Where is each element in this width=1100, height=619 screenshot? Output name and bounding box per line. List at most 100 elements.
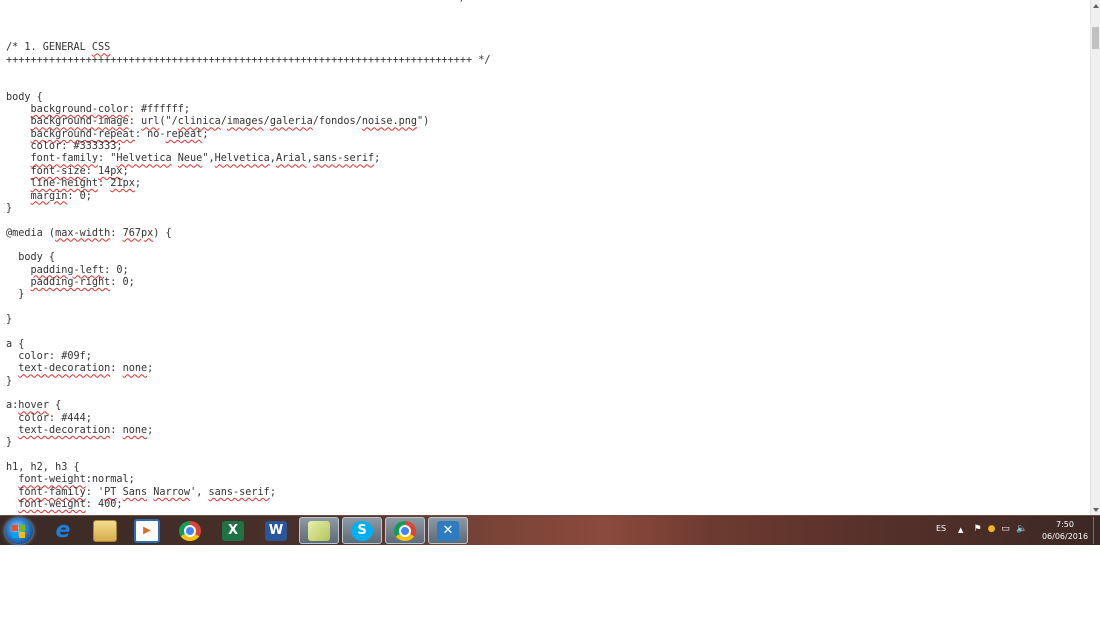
taskbar-internet-explorer[interactable]: e <box>43 517 83 544</box>
code-line: } <box>6 375 13 387</box>
spellcheck-flag: font-family <box>18 486 86 498</box>
start-button[interactable] <box>5 518 33 544</box>
action-center-flag-icon[interactable]: ⚑ <box>972 524 983 535</box>
skype-icon: S <box>351 520 373 541</box>
spellcheck-flag: font-family <box>30 153 99 165</box>
code-line: background-repeat: no-repeat; <box>30 128 209 140</box>
code-line: font-family: 'PT Sans Narrow', sans-seri… <box>18 486 276 498</box>
windows-taskbar: e ▶ X W S ✕ ES ▲ ⚑ ● ▭ 🔈 7:50 06/06/2016 <box>0 515 1100 545</box>
taskbar-word[interactable]: W <box>256 517 296 544</box>
code-line: a:hover { <box>6 400 62 412</box>
spellcheck-flag: PT <box>104 486 117 498</box>
chevron-down-icon <box>1093 508 1099 512</box>
chrome-center <box>399 524 411 537</box>
code-line: line-height: 21px; <box>30 178 141 190</box>
spellcheck-flag: font-weight <box>18 474 86 486</box>
spellcheck-flag: 767px <box>122 227 154 239</box>
taskbar-sticky-notes[interactable] <box>299 517 339 544</box>
spellcheck-flag: Arial <box>275 153 307 165</box>
media-player-icon: ▶ <box>134 518 160 543</box>
excel-icon: X <box>222 520 244 541</box>
code-line: background-color: #ffffff; <box>30 104 191 116</box>
spellcheck-flag: none <box>122 425 148 437</box>
spellcheck-flag: max-width <box>55 227 111 239</box>
css-source-text: ========================================… <box>6 0 491 511</box>
show-desktop-button[interactable] <box>1093 517 1100 544</box>
clock-time[interactable]: 7:50 <box>1045 520 1085 529</box>
spellcheck-flag: background-image <box>30 116 129 128</box>
spellcheck-flag: 14px <box>98 165 123 177</box>
spellcheck-flag: galeria <box>269 116 313 128</box>
taskbar-tools[interactable]: ✕ <box>428 517 468 544</box>
vertical-scrollbar[interactable] <box>1090 0 1100 515</box>
spellcheck-flag: hover <box>18 400 49 412</box>
scroll-down-button[interactable] <box>1091 504 1100 515</box>
code-line: padding-right: 0; <box>30 276 135 288</box>
language-indicator[interactable]: ES <box>936 524 946 533</box>
code-line: padding-left: 0; <box>30 264 129 276</box>
spellcheck-flag: clinica <box>177 116 221 128</box>
spellcheck-flag: 21px <box>110 178 135 190</box>
volume-icon[interactable]: 🔈 <box>1016 524 1027 535</box>
word-icon: W <box>265 520 287 541</box>
code-line: color: #444; <box>6 412 92 424</box>
spellcheck-flag: text-decoration <box>18 425 111 437</box>
code-line: /* 1. GENERAL CSS <box>6 42 111 54</box>
clock-date[interactable]: 06/06/2016 <box>1040 532 1090 541</box>
code-line: h1, h2, h3 { <box>6 462 80 474</box>
taskbar-skype[interactable]: S <box>342 517 382 544</box>
show-hidden-icons-button[interactable]: ▲ <box>958 526 963 534</box>
spellcheck-flag: background-repeat <box>30 128 135 140</box>
folder-icon <box>93 519 117 542</box>
spellcheck-flag: font-size <box>30 165 86 177</box>
chrome-icon <box>179 520 201 541</box>
tools-icon: ✕ <box>437 520 459 541</box>
code-line: color: #333333; <box>6 141 123 153</box>
code-line: color: #09f; <box>6 350 92 362</box>
spellcheck-flag: Helvetica <box>214 153 270 165</box>
spellcheck-flag: Sans <box>122 486 148 498</box>
spellcheck-flag: Neue <box>177 153 203 165</box>
taskbar-file-explorer[interactable] <box>85 517 125 544</box>
taskbar-excel[interactable]: X <box>213 517 253 544</box>
spellcheck-flag: none <box>122 363 148 375</box>
spellcheck-flag: repeat <box>165 128 203 140</box>
taskbar-chrome[interactable] <box>170 517 210 544</box>
chrome-center <box>184 524 196 537</box>
notification-icon[interactable]: ● <box>986 524 997 535</box>
windows-logo-part <box>19 532 25 538</box>
spellcheck-flag: Helvetica <box>116 153 172 165</box>
spellcheck-flag: sans-serif <box>312 153 375 165</box>
scroll-thumb[interactable] <box>1092 27 1099 49</box>
internet-explorer-icon: e <box>55 518 71 543</box>
spellcheck-flag: margin <box>30 190 68 202</box>
scroll-up-button[interactable] <box>1091 0 1100 11</box>
taskbar-media-player[interactable]: ▶ <box>127 517 167 544</box>
taskbar-chrome-active[interactable] <box>385 517 425 544</box>
network-icon[interactable]: ▭ <box>1000 524 1011 535</box>
spellcheck-flag: background-color <box>30 104 129 116</box>
spellcheck-flag: CSS <box>91 42 111 54</box>
code-line: font-family: "Helvetica Neue",Helvetica,… <box>30 153 381 165</box>
code-line: font-weight: 400; <box>18 499 123 511</box>
code-viewer[interactable]: ========================================… <box>0 0 1090 515</box>
spellcheck-flag: font-weight <box>18 499 86 511</box>
code-line: font-weight:normal; <box>18 474 135 486</box>
code-line: margin: 0; <box>30 190 92 202</box>
windows-logo-part <box>19 525 25 531</box>
spellcheck-flag: Narrow <box>153 486 191 498</box>
spellcheck-flag: padding-left <box>30 264 105 276</box>
code-line: a { <box>6 338 25 350</box>
code-line: ========================================… <box>6 0 491 5</box>
code-line: ++++++++++++++++++++++++++++++++++++++++… <box>6 54 491 66</box>
code-line: body { <box>6 252 56 264</box>
